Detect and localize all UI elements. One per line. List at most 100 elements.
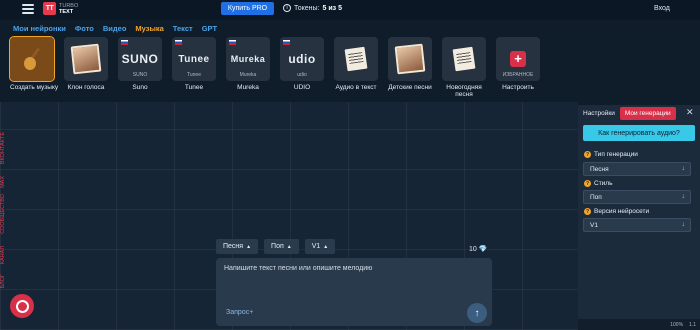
arrow-up-icon: ↑ — [474, 307, 480, 319]
prompt-input[interactable] — [224, 265, 474, 295]
prompt-box: Запрос+ ↑ — [216, 258, 492, 326]
credit-value: 10 — [469, 245, 477, 253]
field-label-model-version: ? Версия нейросети — [584, 208, 649, 215]
tool-sub: udio — [297, 72, 307, 78]
tab-settings[interactable]: Настройки — [578, 107, 620, 120]
question-icon[interactable]: ? — [584, 180, 591, 187]
model-version-select[interactable]: V1 ↓ — [583, 218, 691, 232]
type-chip[interactable]: Песня ▲ — [216, 239, 259, 254]
tool-suno[interactable]: SUNO SUNO Suno — [118, 37, 162, 91]
style-chip[interactable]: Поп ▲ — [264, 239, 299, 254]
tool-label: Настроить — [502, 84, 534, 91]
select-value: Песня — [590, 165, 609, 173]
tool-udio[interactable]: udio udio UDIO — [280, 37, 324, 91]
how-to-generate-button[interactable]: Как генерировать аудио? — [583, 125, 695, 141]
guitar-notes-icon — [18, 45, 46, 73]
tokens-counter: i Токены: 5 из 5 — [283, 4, 342, 12]
tab-music[interactable]: Музыка — [135, 24, 163, 33]
field-label-text: Версия нейросети — [594, 208, 650, 215]
send-button[interactable]: ↑ — [467, 303, 487, 323]
tool-label: Аудио в текст — [335, 84, 377, 91]
tool-sub: ИЗБРАННОЕ — [502, 72, 534, 78]
tool-label: Создать музыку — [10, 84, 59, 91]
logo-mark: TT — [43, 2, 56, 15]
tool-label: Suno — [132, 84, 148, 91]
caret-up-icon: ▲ — [323, 243, 329, 250]
generation-type-select[interactable]: Песня ↓ — [583, 162, 691, 176]
blog-link[interactable]: БЛОГ — [0, 274, 6, 288]
question-icon[interactable]: ? — [584, 208, 591, 215]
tool-thumb: + ИЗБРАННОЕ — [496, 37, 540, 81]
field-label-text: Стиль — [594, 180, 613, 187]
tool-label: UDIO — [293, 84, 311, 91]
mureka-logo: Mureka — [230, 54, 266, 64]
tokens-value: 5 из 5 — [322, 4, 342, 12]
tool-tunee[interactable]: Tunee Tunee Tunee — [172, 37, 216, 91]
tab-my-generations[interactable]: Мои генерации — [619, 107, 676, 120]
tool-new-year-song[interactable]: Новогодняя песня — [442, 37, 486, 98]
tool-sub: Tunee — [187, 72, 201, 78]
tool-label: Tunee — [184, 84, 204, 91]
tool-create-music[interactable]: Создать музыку — [9, 36, 59, 91]
buy-pro-button[interactable]: Купить PRO — [221, 2, 274, 15]
tool-sub: Mureka — [239, 72, 257, 78]
tool-kids-songs[interactable]: Детские песни — [388, 37, 432, 91]
community-link[interactable]: СООБЩЕСТВО — [0, 194, 6, 234]
ru-flag-icon — [121, 40, 128, 45]
field-label-generation-type: ? Тип генерации — [584, 151, 638, 158]
tool-thumb — [64, 37, 108, 81]
tab-video[interactable]: Видео — [103, 24, 127, 33]
vk-link[interactable]: ВКОНТАКТЕ — [0, 132, 6, 164]
tool-thumb — [442, 37, 486, 81]
zoom-level[interactable]: 100% — [670, 322, 683, 328]
question-icon[interactable]: ? — [584, 151, 591, 158]
tool-thumb: udio udio — [280, 37, 324, 81]
version-chip[interactable]: V1 ▲ — [304, 239, 336, 254]
field-label-style: ? Стиль — [584, 180, 612, 187]
version-label: 1.1 — [689, 321, 696, 328]
tool-thumb — [9, 36, 55, 82]
arrow-down-icon: ↓ — [681, 221, 686, 228]
tab-gpt[interactable]: GPT — [202, 24, 217, 33]
settings-panel: Настройки Мои генерации ✕ Как генерирова… — [578, 105, 700, 330]
composer-chips: Песня ▲ Поп ▲ V1 ▲ — [216, 239, 336, 254]
ru-flag-icon — [175, 40, 182, 45]
tool-thumb — [388, 37, 432, 81]
chip-label: Песня — [223, 243, 244, 250]
logo-text: TURBO TEXT — [59, 3, 78, 15]
tunee-logo: Tunee — [178, 53, 210, 65]
plus-icon: + — [510, 51, 526, 67]
max-link[interactable]: MAX — [0, 176, 6, 188]
tool-voice-clone[interactable]: Клон голоса — [64, 37, 108, 91]
tool-label: Клон голоса — [67, 84, 105, 91]
portrait-mic-icon — [70, 43, 102, 75]
social-links: ВКОНТАКТЕ MAX СООБЩЕСТВО КАНАЛ БЛОГ — [0, 132, 10, 302]
info-icon[interactable]: i — [283, 4, 291, 12]
logo[interactable]: TT TURBO TEXT — [43, 2, 78, 15]
logo-line2: TEXT — [59, 8, 74, 15]
tab-photo[interactable]: Фото — [75, 24, 94, 33]
caret-up-icon: ▲ — [286, 243, 292, 250]
tool-customize[interactable]: + ИЗБРАННОЕ Настроить — [496, 37, 540, 91]
style-select[interactable]: Поп ↓ — [583, 190, 691, 204]
menu-icon[interactable] — [22, 4, 34, 14]
chat-support-button[interactable] — [10, 294, 34, 318]
panel-tabs: Настройки Мои генерации — [578, 107, 676, 120]
channel-link[interactable]: КАНАЛ — [0, 246, 6, 264]
tool-audio-to-text[interactable]: Аудио в текст — [334, 37, 378, 91]
tool-mureka[interactable]: Mureka Mureka Mureka — [226, 37, 270, 91]
caret-up-icon: ▲ — [246, 243, 252, 250]
ru-flag-icon — [283, 40, 290, 45]
category-tabs: Мои нейронки Фото Видео Музыка Текст GPT — [13, 24, 217, 33]
tool-label: Детские песни — [388, 84, 432, 91]
tool-thumb: Tunee Tunee — [172, 37, 216, 81]
chip-label: V1 — [311, 243, 321, 250]
paper-guitar-icon — [452, 46, 476, 72]
diamond-icon: 💎 — [478, 246, 488, 253]
tab-my-networks[interactable]: Мои нейронки — [13, 24, 66, 33]
tab-text[interactable]: Текст — [173, 24, 193, 33]
request-plus-link[interactable]: Запрос+ — [226, 309, 253, 316]
paper-guitar-icon — [344, 46, 368, 72]
close-icon[interactable]: ✕ — [686, 108, 694, 117]
login-link[interactable]: Вход — [654, 5, 670, 12]
